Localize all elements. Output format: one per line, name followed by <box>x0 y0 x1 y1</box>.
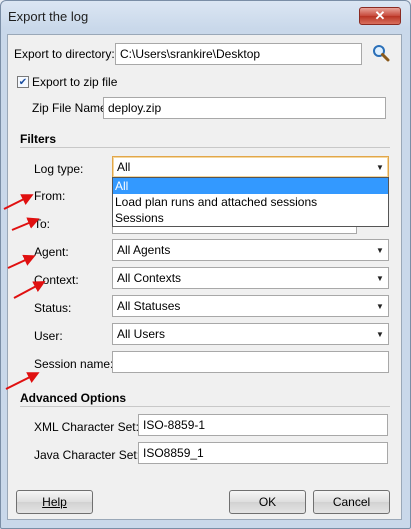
annotation-arrow-session <box>5 372 40 390</box>
annotation-arrow-agent <box>7 254 36 269</box>
annotation-arrows <box>3 194 46 390</box>
annotation-arrow-to <box>11 217 40 231</box>
annotation-arrow-context <box>13 281 46 299</box>
annotation-arrow-from <box>3 194 34 210</box>
